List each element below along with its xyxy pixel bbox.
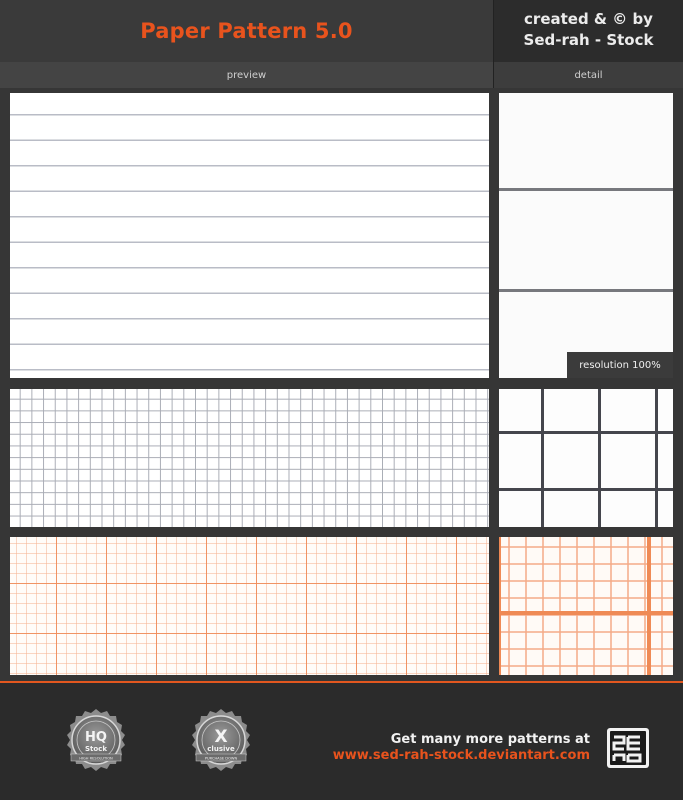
credit-block: created & © by Sed-rah - Stock: [494, 0, 683, 62]
lined-paper-preview: [10, 93, 489, 378]
credit-line-2: Sed-rah - Stock: [523, 31, 654, 49]
sed-rah-logo-icon[interactable]: [606, 727, 650, 769]
lined-paper-detail: resolution 100%: [499, 93, 673, 378]
detail-rule-line: [499, 289, 673, 292]
pattern-preview-sheet: Paper Pattern 5.0 created & © by Sed-rah…: [0, 0, 683, 800]
seal-main-text: X: [214, 727, 227, 747]
grid-paper-preview: [10, 389, 489, 527]
resolution-badge: resolution 100%: [567, 352, 673, 378]
preview-column-label: preview: [0, 62, 493, 88]
exclusive-seal-icon: X clusive PURCHASE DOWN: [192, 709, 250, 771]
promo-block: Get many more patterns at www.sed-rah-st…: [333, 732, 590, 763]
page-title: Paper Pattern 5.0: [0, 0, 493, 62]
millimeter-paper-preview: [10, 537, 489, 675]
seal-sub-text: Stock: [85, 745, 107, 753]
seal-ribbon-text: PURCHASE DOWN: [205, 757, 238, 761]
detail-column-label: detail: [494, 62, 683, 88]
seal-ribbon-text: HIGH RESOLUTION: [79, 757, 113, 761]
grid-paper-detail: [499, 389, 673, 527]
credit-line-1: created & © by: [524, 10, 653, 28]
promo-text: Get many more patterns at: [390, 732, 590, 747]
detail-rule-line: [499, 188, 673, 191]
hq-stock-seal-icon: HQ Stock HIGH RESOLUTION: [67, 709, 125, 771]
promo-url-link[interactable]: www.sed-rah-stock.deviantart.com: [333, 748, 590, 763]
millimeter-paper-detail: [499, 537, 673, 675]
seal-sub-text: clusive: [207, 745, 235, 753]
seal-main-text: HQ: [85, 730, 107, 745]
